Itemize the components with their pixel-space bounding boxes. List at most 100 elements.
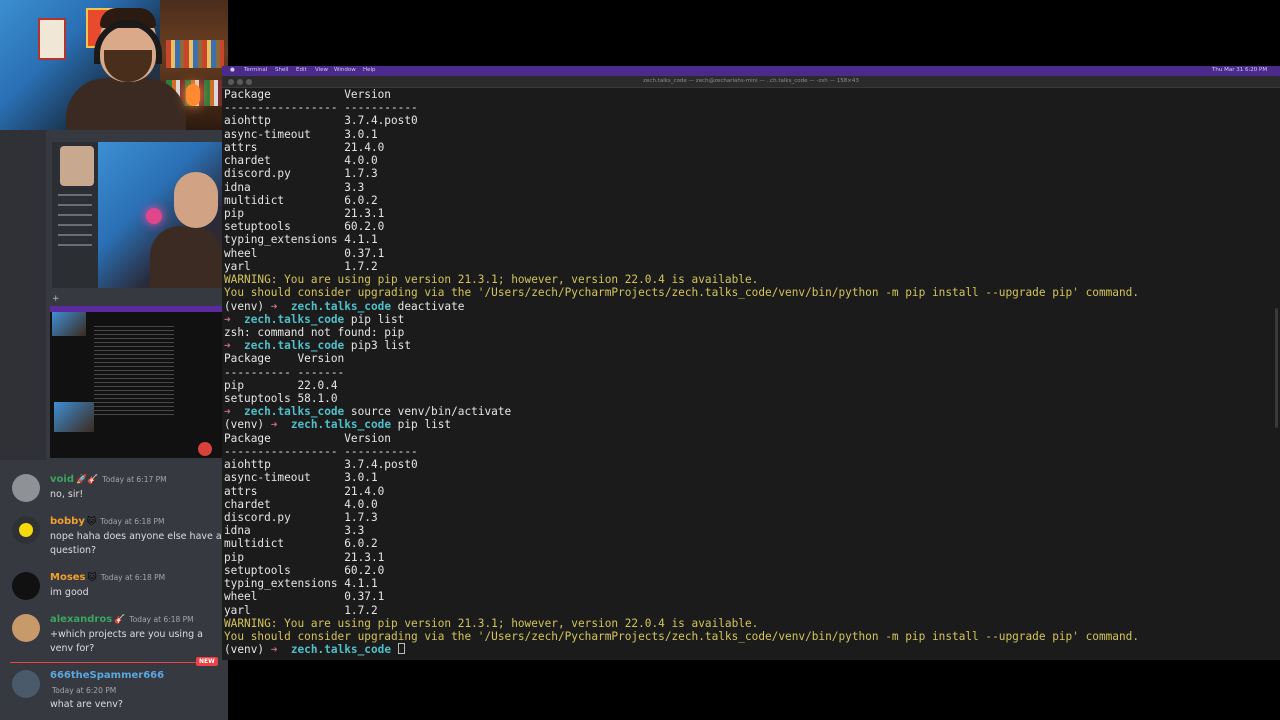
- terminal-line: multidict 6.0.2: [224, 537, 1139, 550]
- terminal-window[interactable]: Package Version ----------------- -------…: [222, 88, 1280, 660]
- username[interactable]: alexandros: [50, 614, 112, 625]
- output-text: chardet 4.0.0: [224, 154, 378, 168]
- terminal-output[interactable]: Package Version ----------------- -------…: [224, 88, 1139, 656]
- terminal-line: (venv) ➜ zech.talks_code deactivate: [224, 300, 1139, 313]
- menu-help[interactable]: Help: [363, 67, 376, 73]
- username[interactable]: bobby: [50, 516, 85, 527]
- prompt-gap: [231, 405, 244, 418]
- command-text: [391, 643, 398, 656]
- terminal-line: Package Version: [224, 432, 1139, 445]
- scrollbar[interactable]: [1275, 308, 1278, 428]
- terminal-line: typing_extensions 4.1.1: [224, 577, 1139, 590]
- preview-line: [58, 194, 92, 196]
- terminal-line: ----------------- -----------: [224, 101, 1139, 114]
- terminal-line: setuptools 58.1.0: [224, 392, 1139, 405]
- terminal-line: discord.py 1.7.3: [224, 167, 1139, 180]
- terminal-line: ➜ zech.talks_code pip list: [224, 313, 1139, 326]
- new-badge: NEW: [196, 657, 218, 666]
- username[interactable]: 666theSpammer666: [50, 670, 164, 681]
- output-text: setuptools 60.2.0: [224, 563, 385, 577]
- preview-terminal-text: [94, 326, 174, 416]
- plus-icon[interactable]: +: [52, 294, 60, 304]
- terminal-line: multidict 6.0.2: [224, 194, 1139, 207]
- role-badge-icon: 🚀🎸: [75, 475, 99, 485]
- output-text: setuptools 60.2.0: [224, 220, 385, 234]
- preview-line: [58, 224, 92, 226]
- prompt-directory: zech.talks_code: [244, 312, 345, 326]
- avatar[interactable]: [12, 474, 40, 502]
- menu-terminal[interactable]: Terminal: [244, 67, 267, 73]
- prompt-gap: [277, 418, 290, 431]
- timestamp: Today at 6:18 PM: [129, 615, 194, 624]
- prompt-directory: zech.talks_code: [244, 405, 345, 419]
- books-row-top: [166, 40, 224, 68]
- menu-window[interactable]: Window: [334, 67, 356, 73]
- stream-preview-2[interactable]: [50, 306, 222, 458]
- role-badge-icon: 🐱: [87, 573, 97, 583]
- terminal-line: wheel 0.37.1: [224, 247, 1139, 260]
- warning-text: WARNING: You are using pip version 21.3.…: [224, 273, 759, 287]
- message-text: no, sir!: [50, 489, 84, 500]
- stream-preview-1[interactable]: [52, 142, 222, 288]
- clock[interactable]: Thu Mar 31 6:20 PM: [1212, 67, 1267, 73]
- cursor[interactable]: [397, 643, 405, 655]
- preview-line: [58, 204, 92, 206]
- terminal-line: ➜ zech.talks_code pip3 list: [224, 339, 1139, 352]
- wall-poster: [38, 18, 66, 60]
- streamer-body: [66, 78, 186, 130]
- command-text: pip3 list: [344, 339, 412, 353]
- command-text: deactivate: [391, 299, 465, 313]
- terminal-line: attrs 21.4.0: [224, 141, 1139, 154]
- terminal-line: async-timeout 3.0.1: [224, 471, 1139, 484]
- menu-view[interactable]: View: [315, 67, 328, 73]
- prompt-directory: zech.talks_code: [290, 418, 391, 432]
- terminal-line: discord.py 1.7.3: [224, 511, 1139, 524]
- username[interactable]: void: [50, 474, 74, 485]
- prompt-gap: [231, 339, 244, 352]
- avatar[interactable]: [12, 572, 40, 600]
- output-text: typing_extensions 4.1.1: [224, 577, 378, 591]
- output-text: discord.py 1.7.3: [224, 511, 378, 524]
- terminal-line: pip 21.3.1: [224, 207, 1139, 220]
- output-text: pip 21.3.1: [224, 206, 385, 220]
- preview-avatar: [60, 146, 94, 186]
- output-text: wheel 0.37.1: [224, 246, 385, 260]
- output-text: multidict 6.0.2: [224, 537, 378, 551]
- terminal-line: ----------------- -----------: [224, 445, 1139, 458]
- preview-line: [58, 214, 92, 216]
- apple-icon[interactable]: ●: [230, 67, 235, 73]
- terminal-line: ➜ zech.talks_code source venv/bin/activa…: [224, 405, 1139, 418]
- terminal-line: setuptools 60.2.0: [224, 564, 1139, 577]
- avatar[interactable]: [12, 670, 40, 698]
- output-text: attrs 21.4.0: [224, 140, 385, 154]
- terminal-line: zsh: command not found: pip: [224, 326, 1139, 339]
- command-text: pip list: [344, 312, 405, 326]
- message-text: what are venv?: [50, 699, 123, 710]
- timestamp: Today at 6:20 PM: [52, 686, 117, 695]
- menu-shell[interactable]: Shell: [275, 67, 288, 73]
- macos-menubar: ● Terminal Shell Edit View Window Help T…: [222, 66, 1280, 76]
- window-title: zech.talks_code — zech@zecharlahs-mini —…: [643, 78, 859, 84]
- avatar[interactable]: [12, 614, 40, 642]
- menu-edit[interactable]: Edit: [296, 67, 307, 73]
- username[interactable]: Moses: [50, 572, 86, 583]
- new-messages-divider: [10, 662, 216, 663]
- preview-webcam-2: [54, 402, 94, 432]
- output-text: aiohttp 3.7.4.post0: [224, 114, 418, 128]
- output-text: wheel 0.37.1: [224, 590, 385, 604]
- prompt-arrow-icon: ➜: [224, 312, 231, 326]
- end-call-icon[interactable]: [198, 442, 212, 456]
- warning-text: You should consider upgrading via the '/…: [224, 286, 1140, 300]
- terminal-line: You should consider upgrading via the '/…: [224, 630, 1139, 643]
- output-text: chardet 4.0.0: [224, 497, 378, 511]
- role-badge-icon: 🐱: [86, 517, 97, 527]
- avatar[interactable]: [12, 516, 40, 544]
- terminal-line: Package Version: [224, 352, 1139, 365]
- output-text: pip 21.3.1: [224, 550, 385, 564]
- command-text: source venv/bin/activate: [344, 405, 512, 419]
- message-text: +which projects are you using a venv for…: [50, 629, 203, 654]
- output-text: Package Version: [224, 88, 391, 101]
- output-text: idna 3.3: [224, 524, 365, 538]
- terminal-line: ---------- -------: [224, 366, 1139, 379]
- terminal-line: chardet 4.0.0: [224, 154, 1139, 167]
